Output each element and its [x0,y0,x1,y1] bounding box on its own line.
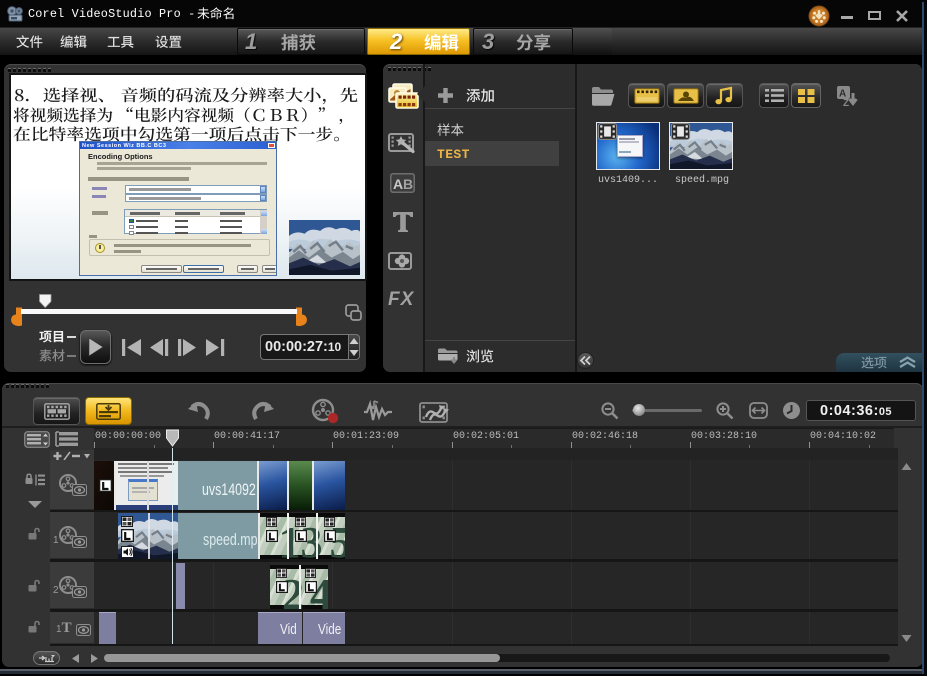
svg-text:B: B [403,176,413,192]
svg-text:A: A [393,176,403,192]
svg-text:Z: Z [843,98,849,109]
